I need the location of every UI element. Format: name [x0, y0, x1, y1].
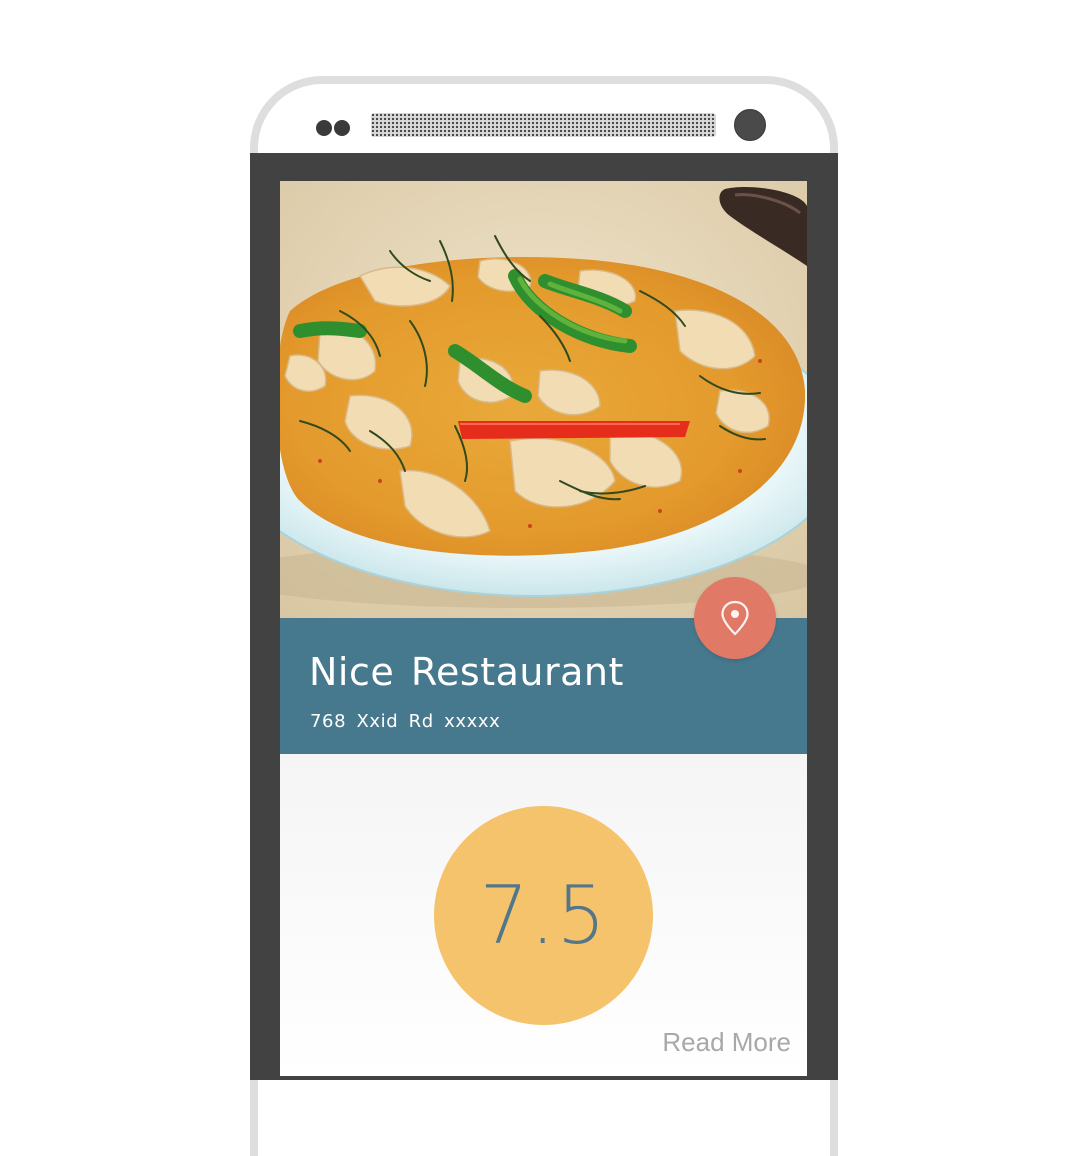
sensor-dots	[316, 120, 350, 136]
rating-score-badge: 7.5	[434, 806, 653, 1025]
speaker-grill	[371, 113, 716, 137]
restaurant-name: Nice Restaurant	[309, 650, 624, 694]
sensor-dot	[334, 120, 350, 136]
sensor-dot	[316, 120, 332, 136]
app-screen: Nice Restaurant 768 Xxid Rd xxxxx 7.5 Re…	[280, 181, 807, 1076]
front-camera	[734, 109, 766, 141]
restaurant-address: 768 Xxid Rd xxxxx	[310, 711, 501, 732]
food-photo	[280, 181, 807, 618]
phone-top-bar	[258, 84, 830, 154]
rating-score: 7.5	[479, 869, 608, 962]
curry-dish-image	[280, 181, 807, 618]
map-pin-icon	[721, 600, 749, 636]
rating-section: 7.5 Read More	[280, 754, 807, 1076]
read-more-link[interactable]: Read More	[662, 1027, 791, 1058]
location-button[interactable]	[694, 577, 776, 659]
